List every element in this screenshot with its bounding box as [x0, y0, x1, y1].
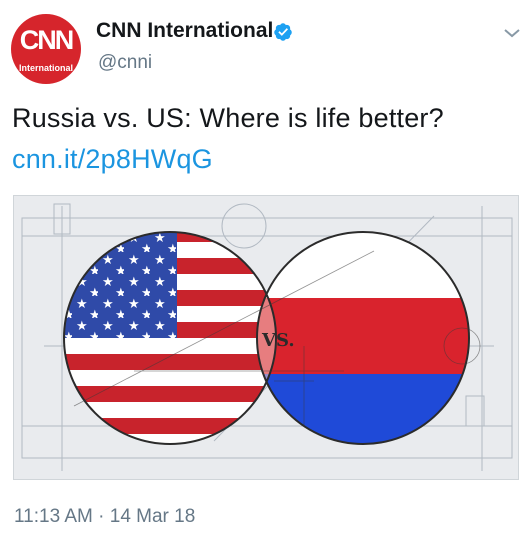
- avatar[interactable]: CNN International: [11, 14, 81, 84]
- russia-vs-us-illustration: ★ ★: [21, 203, 513, 471]
- chevron-down-icon[interactable]: [503, 27, 521, 39]
- card-image[interactable]: ★ ★: [13, 195, 519, 480]
- display-name[interactable]: CNN International: [96, 19, 273, 43]
- tweet-text: Russia vs. US: Where is life better?: [12, 103, 444, 133]
- tweet-link[interactable]: cnn.it/2p8HWqG: [12, 144, 213, 175]
- vs-label: VS.: [261, 330, 295, 351]
- timestamp[interactable]: 11:13 AM · 14 Mar 18: [14, 506, 195, 528]
- handle[interactable]: @cnni: [98, 52, 152, 74]
- avatar-logo-sub: International: [18, 63, 73, 73]
- verified-badge-icon: [274, 23, 292, 41]
- avatar-logo: CNN: [19, 25, 75, 55]
